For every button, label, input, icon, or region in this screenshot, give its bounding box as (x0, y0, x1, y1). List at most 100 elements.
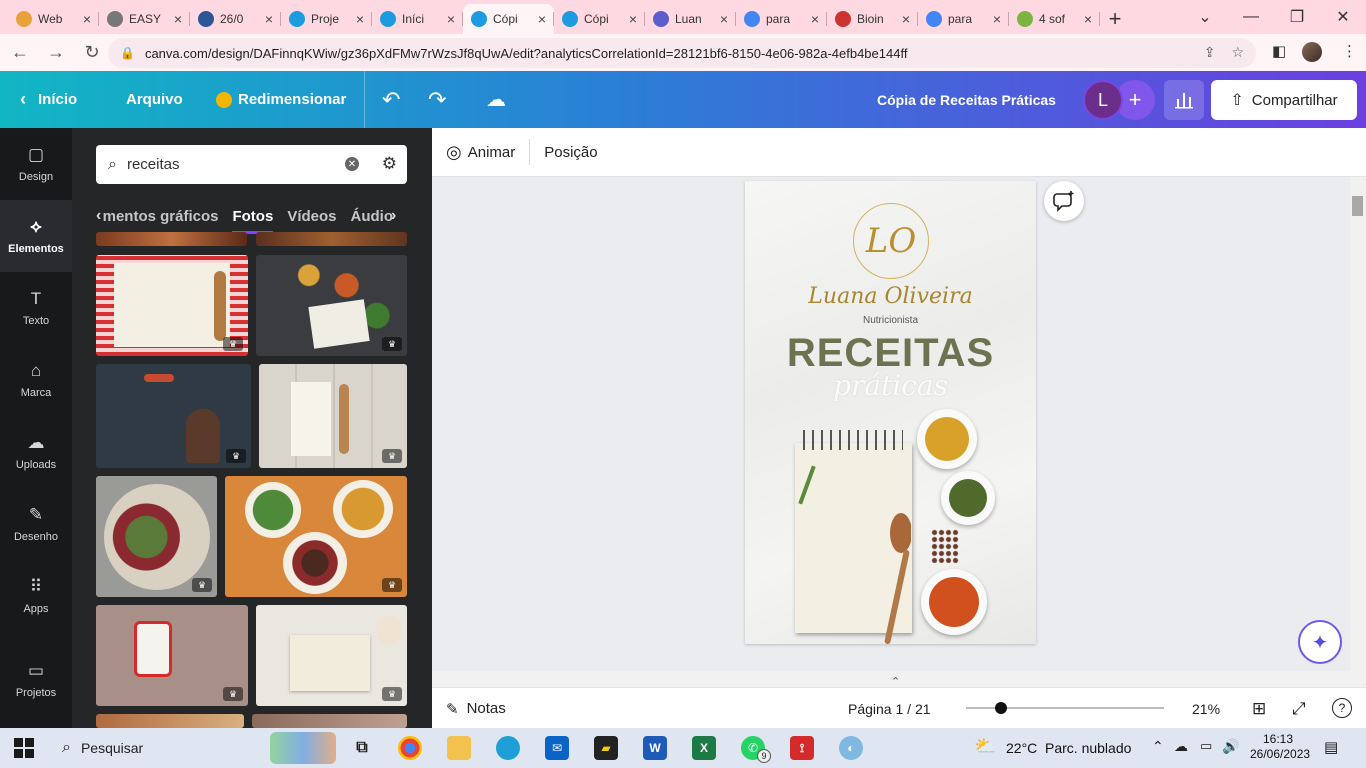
photo-thumbnail[interactable] (96, 232, 247, 246)
tab-audio[interactable]: Áudio (351, 208, 394, 225)
photo-thumbnail[interactable] (252, 714, 407, 728)
rail-item-uploads[interactable]: ☁ Uploads (0, 416, 72, 488)
clear-icon[interactable]: ✕ (345, 157, 359, 171)
file-explorer-icon[interactable] (447, 736, 471, 760)
file-menu[interactable]: Arquivo (126, 71, 183, 128)
photo-thumbnail[interactable]: ♛ (96, 364, 251, 468)
share-button[interactable]: ⇧ Compartilhar (1211, 80, 1357, 120)
weather-temp[interactable]: 22°C (1006, 728, 1037, 768)
taskbar-search[interactable]: ⌕ Pesquisar (62, 728, 143, 768)
help-icon[interactable]: ? (1332, 698, 1352, 718)
rail-item-desenho[interactable]: ✎ Desenho (0, 488, 72, 560)
forward-icon[interactable]: → (40, 37, 72, 69)
cloud-saved-icon[interactable]: ☁ (486, 71, 506, 128)
browser-tab[interactable]: 4 sof × (1009, 4, 1100, 34)
url-bar[interactable]: 🔒 canva.com/design/DAFinnqKWiw/gz36pXdFM… (108, 38, 1256, 68)
insights-button[interactable] (1164, 80, 1204, 120)
search-input[interactable]: ⌕ receitas ✕ ⚙ (96, 145, 407, 184)
chrome-icon[interactable] (398, 736, 422, 760)
share-page-icon[interactable]: ⇪ (1204, 44, 1216, 61)
photo-thumbnail[interactable]: ♛ (225, 476, 407, 597)
close-tab-icon[interactable]: × (538, 11, 546, 27)
close-tab-icon[interactable]: × (720, 11, 728, 27)
browser-tab[interactable]: Luan × (645, 4, 736, 34)
home-link[interactable]: ‹ Início (20, 71, 77, 128)
rail-item-design[interactable]: ▢ Design (0, 128, 72, 200)
chevron-up-icon[interactable]: ⌃ (1152, 738, 1164, 755)
photo-thumbnail[interactable]: ♛ (256, 605, 407, 706)
add-comment-button[interactable] (1044, 181, 1084, 221)
magic-assistant-button[interactable]: ✦ (1298, 620, 1342, 664)
windows-start-icon[interactable] (14, 738, 34, 758)
rail-item-texto[interactable]: T Texto (0, 272, 72, 344)
animate-button[interactable]: ◎ Animar (432, 128, 529, 177)
photo-thumbnail[interactable]: ♛ (96, 605, 248, 706)
tab-search-icon[interactable]: ⌄ (1182, 0, 1228, 34)
rail-item-apps[interactable]: ⠿ Apps (0, 560, 72, 632)
side-panel-icon[interactable]: ◧ (1272, 42, 1286, 60)
paint-icon[interactable]: ◐ (839, 736, 863, 760)
word-icon[interactable]: W (643, 736, 667, 760)
rail-item-marca[interactable]: ⌂ Marca (0, 344, 72, 416)
close-tab-icon[interactable]: × (174, 11, 182, 27)
close-tab-icon[interactable]: × (1084, 11, 1092, 27)
browser-tab[interactable]: Proje × (281, 4, 372, 34)
chevron-left-icon[interactable]: ‹ (96, 207, 103, 225)
speaker-icon[interactable]: 🔊 (1222, 738, 1239, 755)
new-tab-button[interactable]: + (1100, 4, 1130, 34)
notifications-icon[interactable]: ▤ (1324, 738, 1338, 756)
menu-kebab-icon[interactable]: ⋮ (1342, 42, 1357, 60)
design-page[interactable]: LO Luana Oliveira Nutricionista RECEITAS… (745, 181, 1036, 644)
acrobat-icon[interactable]: ⟟ (790, 736, 814, 760)
bookmark-star-icon[interactable]: ☆ (1231, 44, 1244, 61)
close-tab-icon[interactable]: × (993, 11, 1001, 27)
browser-tab[interactable]: Cópi × (554, 4, 645, 34)
system-clock[interactable]: 16:13 26/06/2023 (1250, 732, 1310, 762)
minimize-button[interactable]: — (1228, 0, 1274, 34)
browser-tab[interactable]: para × (736, 4, 827, 34)
close-window-button[interactable]: ✕ (1320, 0, 1366, 34)
browser-tab[interactable]: 26/0 × (190, 4, 281, 34)
maximize-button[interactable]: ❐ (1274, 0, 1320, 34)
close-tab-icon[interactable]: × (811, 11, 819, 27)
photo-thumbnail[interactable] (256, 232, 407, 246)
browser-tab[interactable]: Bioin × (827, 4, 918, 34)
close-tab-icon[interactable]: × (902, 11, 910, 27)
rail-item-elementos[interactable]: ⟡ Elementos (0, 200, 72, 272)
photo-thumbnail[interactable]: ♛ (256, 255, 407, 356)
chevron-right-icon[interactable]: › (391, 207, 407, 225)
browser-tab[interactable]: Web × (8, 4, 99, 34)
chevron-up-icon[interactable]: ⌃ (891, 675, 905, 688)
undo-icon[interactable]: ↶ (382, 71, 400, 128)
weather-desc[interactable]: Parc. nublado (1045, 728, 1131, 768)
close-tab-icon[interactable]: × (629, 11, 637, 27)
photo-thumbnail[interactable]: ♛ (96, 255, 248, 356)
photo-thumbnail[interactable] (96, 714, 244, 728)
battery-icon[interactable]: ▭ (1200, 738, 1212, 754)
sticky-notes-icon[interactable]: ▰ (594, 736, 618, 760)
user-avatar[interactable]: L (1083, 80, 1123, 120)
browser-tab[interactable]: Cópi × (463, 4, 554, 34)
browser-tab[interactable]: Iníci × (372, 4, 463, 34)
tab-graphics[interactable]: mentos gráficos (103, 208, 219, 225)
page-indicator[interactable]: Página 1 / 21 (848, 688, 931, 729)
close-tab-icon[interactable]: × (447, 11, 455, 27)
zoom-slider-knob[interactable] (995, 702, 1007, 714)
resize-button[interactable]: Redimensionar (216, 71, 346, 128)
fullscreen-icon[interactable]: ⤢ (1292, 699, 1306, 719)
mail-icon[interactable]: ✉ (545, 736, 569, 760)
profile-avatar[interactable] (1302, 42, 1322, 62)
back-icon[interactable]: ← (4, 37, 36, 69)
task-view-icon[interactable]: ⧉ (350, 736, 374, 760)
photo-thumbnail[interactable]: ♛ (259, 364, 407, 468)
browser-tab[interactable]: para × (918, 4, 1009, 34)
edge-icon[interactable] (496, 736, 520, 760)
close-tab-icon[interactable]: × (265, 11, 273, 27)
excel-icon[interactable]: X (692, 736, 716, 760)
vertical-scrollbar[interactable] (1350, 177, 1366, 687)
vertical-scroll-thumb[interactable] (1352, 196, 1363, 216)
tab-photos[interactable]: Fotos (232, 208, 274, 234)
zoom-level[interactable]: 21% (1192, 688, 1220, 729)
position-button[interactable]: Posição (530, 128, 611, 177)
close-tab-icon[interactable]: × (83, 11, 91, 27)
